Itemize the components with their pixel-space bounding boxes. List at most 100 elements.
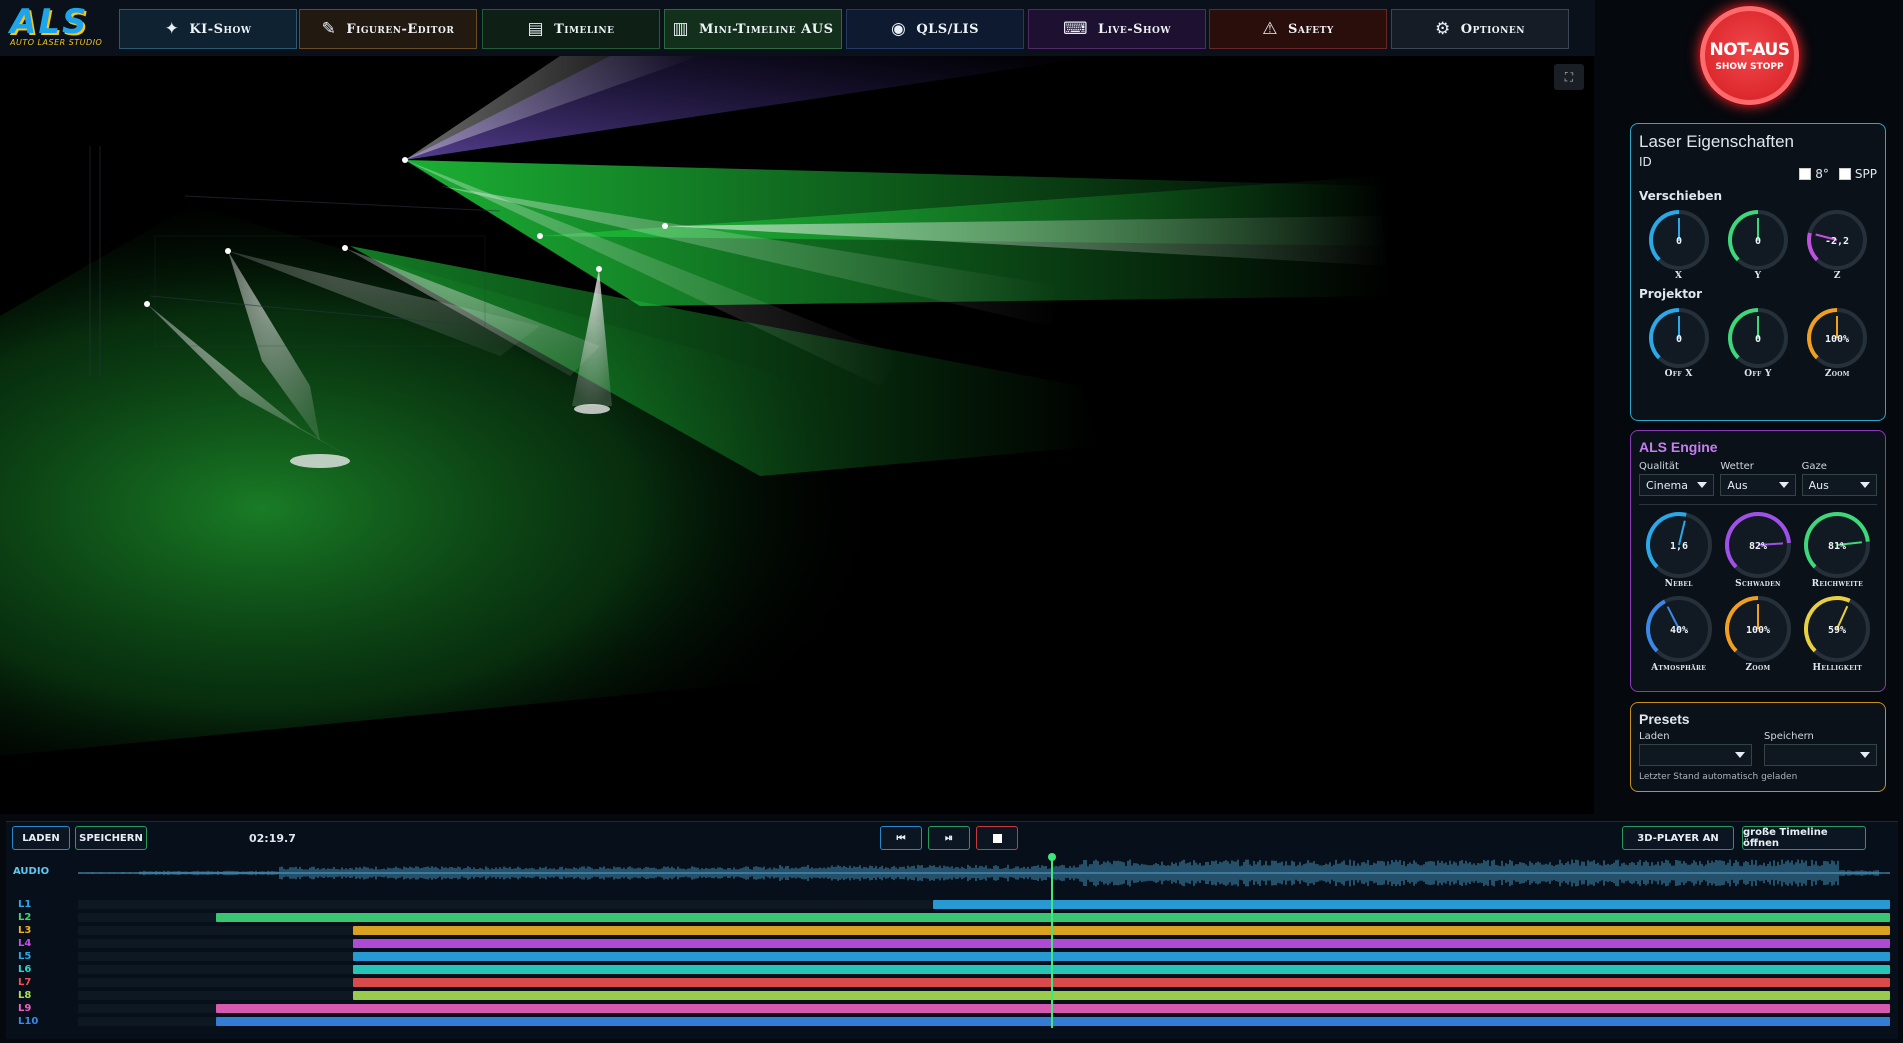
- track-clip[interactable]: [353, 965, 1890, 974]
- logo-subtitle: AUTO LASER STUDIO: [10, 38, 103, 47]
- preset-save-select[interactable]: [1764, 744, 1877, 766]
- knob-zoom[interactable]: 100% Zoom: [1799, 305, 1875, 379]
- knob-dial[interactable]: -2,2: [1804, 207, 1870, 273]
- track-clip[interactable]: [353, 991, 1890, 1000]
- knob-dial[interactable]: 0: [1646, 207, 1712, 273]
- track-clip[interactable]: [933, 900, 1890, 909]
- knob-helligkeit[interactable]: 59% Helligkeit: [1799, 593, 1875, 673]
- knob-zoom[interactable]: 100% Zoom: [1720, 593, 1796, 673]
- knob-value: 0: [1676, 236, 1682, 247]
- knob-value: 100%: [1825, 334, 1849, 345]
- nav-record-button[interactable]: ◉ QLS/LIS: [846, 9, 1024, 49]
- select-value: Aus: [1727, 478, 1748, 492]
- knob-atmosphäre[interactable]: 40% Atmosphäre: [1641, 593, 1717, 673]
- checkbox-8deg[interactable]: 8°: [1799, 167, 1829, 181]
- knob-dial[interactable]: 100%: [1722, 593, 1794, 665]
- knob-label: X: [1675, 271, 1683, 281]
- move-section-title: Verschieben: [1639, 189, 1723, 203]
- knob-label: Zoom: [1745, 663, 1771, 673]
- playhead-handle[interactable]: [1048, 853, 1056, 861]
- track-label: L4: [18, 938, 32, 949]
- nav-pen-button[interactable]: ✎ Figuren-Editor: [299, 9, 477, 49]
- knob-dial[interactable]: 81%: [1801, 509, 1873, 581]
- divider: [1639, 504, 1877, 505]
- checkbox-box[interactable]: [1838, 168, 1851, 180]
- checkbox-spp[interactable]: SPP: [1838, 167, 1877, 181]
- engine-title: ALS Engine: [1639, 439, 1718, 455]
- emergency-stop-button[interactable]: NOT-AUS SHOW STOPP: [1700, 6, 1799, 105]
- knob-dial[interactable]: 59%: [1801, 593, 1873, 665]
- beam-spot: [574, 404, 610, 414]
- keyboard-icon: ⌨: [1063, 19, 1089, 39]
- pen-icon: ✎: [321, 19, 337, 39]
- timeline-panel: LADEN SPEICHERN 02:19.7 ⏮ ⏯ 3D-PLAYER AN…: [6, 821, 1898, 1039]
- track-clip[interactable]: [216, 913, 1890, 922]
- knob-value: 1,6: [1670, 541, 1688, 552]
- engine-select-2[interactable]: Aus: [1801, 474, 1877, 496]
- nav-label: Safety: [1288, 21, 1334, 37]
- nav-keyboard-button[interactable]: ⌨ Live-Show: [1028, 9, 1206, 49]
- playhead[interactable]: [1051, 856, 1053, 1028]
- track-clip[interactable]: [353, 926, 1890, 935]
- presets-title: Presets: [1639, 711, 1690, 727]
- knob-off-x[interactable]: 0 Off X: [1641, 305, 1717, 379]
- als-engine-panel: ALS Engine Qualität Cinema Wetter Aus Gaze…: [1630, 430, 1886, 692]
- knob-z[interactable]: -2,2 Z: [1799, 207, 1875, 281]
- knob-dial[interactable]: 0: [1725, 207, 1791, 273]
- select-value: Aus: [1808, 478, 1829, 492]
- engine-knobs-row2: 40% Atmosphäre 100% Zoom 59% Helligkeit: [1639, 593, 1877, 673]
- track-clip[interactable]: [353, 952, 1890, 961]
- preset-save-label: Speichern: [1764, 731, 1814, 742]
- nav-columns-button[interactable]: ▥ Mini-Timeline AUS: [664, 9, 842, 49]
- nav-warning-button[interactable]: ⚠ Safety: [1209, 9, 1387, 49]
- knob-off-y[interactable]: 0 Off Y: [1720, 305, 1796, 379]
- audio-waveform[interactable]: [78, 856, 1890, 890]
- track-label: L10: [18, 1016, 39, 1027]
- knob-value: 81%: [1828, 541, 1846, 552]
- play-pause-button[interactable]: ⏯: [928, 826, 970, 850]
- track-label: L6: [18, 964, 32, 975]
- engine-select-1[interactable]: Aus: [1720, 474, 1796, 496]
- open-big-timeline-button[interactable]: große Timeline öffnen: [1742, 826, 1866, 850]
- select-value: Cinema: [1646, 478, 1688, 492]
- stop-button[interactable]: [976, 826, 1018, 850]
- track-clip[interactable]: [216, 1017, 1890, 1026]
- nav-gear-button[interactable]: ⚙ Optionen: [1391, 9, 1569, 49]
- checkbox-box[interactable]: [1799, 168, 1812, 180]
- timeline-save-button[interactable]: SPEICHERN: [75, 826, 147, 850]
- checkbox-label: SPP: [1854, 167, 1877, 181]
- knob-label: Zoom: [1824, 369, 1850, 379]
- track-clip[interactable]: [353, 939, 1890, 948]
- knob-value: 0: [1755, 334, 1761, 345]
- knob-value: 100%: [1746, 625, 1770, 636]
- knob-dial[interactable]: 0: [1646, 305, 1712, 371]
- knob-dial[interactable]: 40%: [1643, 593, 1715, 665]
- emergency-title: NOT-AUS: [1709, 39, 1790, 60]
- knob-dial[interactable]: 100%: [1804, 305, 1870, 371]
- knob-x[interactable]: 0X: [1641, 207, 1717, 281]
- preset-load-select[interactable]: [1639, 744, 1752, 766]
- timeline-load-button[interactable]: LADEN: [12, 826, 70, 850]
- beam-spot: [290, 454, 350, 468]
- rewind-button[interactable]: ⏮: [880, 826, 922, 850]
- knob-dial[interactable]: 82%: [1722, 509, 1794, 581]
- knob-dial[interactable]: 0: [1725, 305, 1791, 371]
- track-label: L3: [18, 925, 32, 936]
- 3d-player-toggle[interactable]: 3D-PLAYER AN: [1622, 826, 1734, 850]
- knob-value: 40%: [1670, 625, 1688, 636]
- track-clip[interactable]: [353, 978, 1890, 987]
- knob-nebel[interactable]: 1,6 Nebel: [1641, 509, 1717, 589]
- presets-panel: Presets Laden Speichern Letzter Stand au…: [1630, 702, 1886, 792]
- fullscreen-button[interactable]: ⛶: [1554, 64, 1584, 90]
- knob-schwaden[interactable]: 82% Schwaden: [1720, 509, 1796, 589]
- knob-y[interactable]: 0Y: [1720, 207, 1796, 281]
- track-clip[interactable]: [216, 1004, 1890, 1013]
- knob-dial[interactable]: 1,6: [1643, 509, 1715, 581]
- 3d-viewport[interactable]: ⛶: [0, 56, 1594, 814]
- engine-select-0[interactable]: Cinema: [1639, 474, 1715, 496]
- knob-reichweite[interactable]: 81% Reichweite: [1799, 509, 1875, 589]
- nav-list-button[interactable]: ▤ Timeline: [482, 9, 660, 49]
- chevron-down-icon: [1735, 752, 1745, 758]
- nav-sparkle-button[interactable]: ✦ KI-Show: [119, 9, 297, 49]
- track-label: L2: [18, 912, 32, 923]
